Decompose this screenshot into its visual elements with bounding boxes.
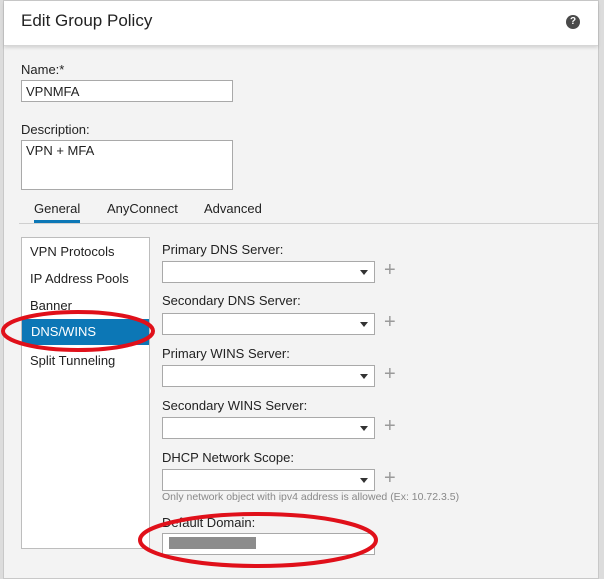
tab-advanced[interactable]: Advanced xyxy=(204,201,262,216)
help-icon[interactable]: ? xyxy=(566,15,580,29)
dialog-header: Edit Group Policy ? xyxy=(4,1,598,46)
add-icon[interactable]: + xyxy=(384,260,396,280)
sidebar-item-dns-wins[interactable]: DNS/WINS xyxy=(22,319,149,345)
add-icon[interactable]: + xyxy=(384,312,396,332)
primary-dns-select[interactable] xyxy=(162,261,375,283)
secondary-dns-label: Secondary DNS Server: xyxy=(162,293,301,308)
sidebar-item-banner[interactable]: Banner xyxy=(30,298,72,313)
chevron-down-icon xyxy=(360,270,368,275)
primary-wins-label: Primary WINS Server: xyxy=(162,346,290,361)
secondary-dns-select[interactable] xyxy=(162,313,375,335)
chevron-down-icon xyxy=(360,478,368,483)
description-label: Description: xyxy=(21,122,90,137)
default-domain-label: Default Domain: xyxy=(162,515,256,530)
primary-wins-select[interactable] xyxy=(162,365,375,387)
tabs-divider xyxy=(19,223,598,224)
tab-general[interactable]: General xyxy=(34,201,81,223)
add-icon[interactable]: + xyxy=(384,468,396,488)
sidebar-nav: VPN Protocols IP Address Pools Banner DN… xyxy=(21,237,150,549)
secondary-wins-label: Secondary WINS Server: xyxy=(162,398,308,413)
description-textarea[interactable]: VPN + MFA xyxy=(21,140,233,190)
redacted-value xyxy=(169,537,256,549)
secondary-wins-select[interactable] xyxy=(162,417,375,439)
name-input[interactable] xyxy=(21,80,233,102)
dhcp-scope-select[interactable] xyxy=(162,469,375,491)
chevron-down-icon xyxy=(360,322,368,327)
name-label: Name:* xyxy=(21,62,65,77)
add-icon[interactable]: + xyxy=(384,364,396,384)
primary-dns-label: Primary DNS Server: xyxy=(162,242,284,257)
edit-group-policy-dialog: Edit Group Policy ? Name:* Description: … xyxy=(3,0,599,579)
sidebar-item-vpn-protocols[interactable]: VPN Protocols xyxy=(30,244,115,259)
chevron-down-icon xyxy=(360,374,368,379)
add-icon[interactable]: + xyxy=(384,416,396,436)
dhcp-scope-label: DHCP Network Scope: xyxy=(162,450,294,465)
dialog-title: Edit Group Policy xyxy=(21,11,153,30)
dhcp-hint: Only network object with ipv4 address is… xyxy=(162,491,460,503)
sidebar-item-ip-address-pools[interactable]: IP Address Pools xyxy=(30,271,129,286)
chevron-down-icon xyxy=(360,426,368,431)
sidebar-item-split-tunneling[interactable]: Split Tunneling xyxy=(30,353,115,368)
tab-anyconnect[interactable]: AnyConnect xyxy=(107,201,178,216)
